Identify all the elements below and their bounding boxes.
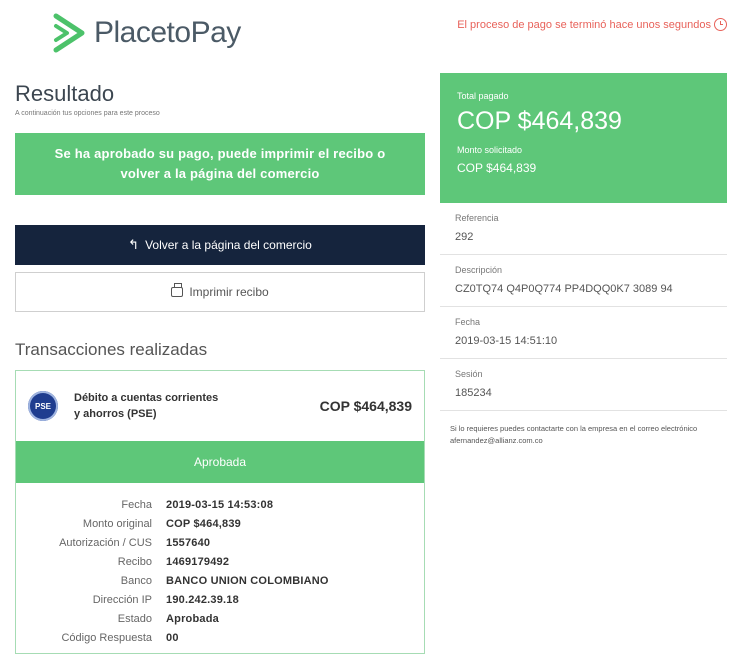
detail-row: Banco BANCO UNION COLOMBIANO [16, 571, 424, 590]
detail-value: BANCO UNION COLOMBIANO [166, 574, 329, 587]
return-button-label: Volver a la página del comercio [145, 238, 312, 252]
process-message-text: El proceso de pago se terminó hace unos … [457, 18, 711, 31]
contact-note: Si lo requieres puedes contactarte con l… [450, 424, 698, 445]
print-button-label: Imprimir recibo [189, 285, 269, 299]
detail-value: 190.242.39.18 [166, 593, 239, 606]
info-value: 2019-03-15 14:51:10 [455, 335, 558, 347]
info-label: Referencia [455, 213, 499, 223]
process-finished-message: El proceso de pago se terminó hace unos … [457, 18, 727, 31]
info-value: CZ0TQ74 Q4P0Q774 PP4DQQ0K7 3089 94 [455, 283, 673, 295]
detail-label: Monto original [82, 517, 152, 530]
page-title: Resultado [15, 81, 115, 106]
transaction-card: PSE Débito a cuentas corrientes y ahorro… [15, 370, 425, 654]
transactions-title: Transacciones realizadas [15, 340, 208, 359]
reference-item: Referencia 292 [440, 203, 727, 255]
detail-value: 1557640 [166, 536, 211, 549]
detail-label: Fecha [121, 498, 152, 511]
detail-value: 00 [166, 631, 179, 644]
transaction-status-badge: Aprobada [16, 441, 424, 483]
detail-row: Monto original COP $464,839 [16, 514, 424, 533]
date-item: Fecha 2019-03-15 14:51:10 [440, 307, 727, 359]
detail-label: Código Respuesta [61, 631, 152, 644]
requested-amount-label: Monto solicitado [457, 145, 523, 155]
page-subtitle: A continuación tus opciones para este pr… [15, 110, 160, 117]
placetopay-logo-icon [53, 13, 85, 53]
detail-row: Dirección IP 190.242.39.18 [16, 590, 424, 609]
info-value: 185234 [455, 387, 492, 399]
placetopay-logo: PlacetoPay [50, 12, 241, 54]
transaction-amount: COP $464,839 [319, 398, 412, 414]
result-panel: Resultado A continuación tus opciones pa… [15, 80, 425, 654]
info-value: 292 [455, 231, 474, 243]
payment-method: Débito a cuentas corrientes y ahorros (P… [74, 392, 219, 420]
return-to-merchant-button[interactable]: ↰ Volver a la página del comercio [15, 225, 425, 265]
detail-label: Estado [117, 612, 152, 625]
detail-label: Recibo [117, 555, 152, 568]
info-label: Descripción [455, 265, 503, 275]
session-item: Sesión 185234 [440, 359, 727, 411]
clock-icon [714, 18, 727, 31]
pse-icon: PSE [28, 391, 58, 421]
approved-banner: Se ha aprobado su pago, puede imprimir e… [15, 133, 425, 195]
reply-arrow-icon: ↰ [128, 237, 140, 252]
payment-summary-panel: Total pagado COP $464,839 Monto solicita… [440, 73, 727, 459]
detail-label: Banco [120, 574, 152, 587]
detail-row: Estado Aprobada [16, 609, 424, 628]
detail-value: COP $464,839 [166, 517, 241, 530]
print-receipt-button[interactable]: Imprimir recibo [15, 272, 425, 312]
detail-value: Aprobada [166, 612, 219, 625]
detail-value: 2019-03-15 14:53:08 [166, 498, 274, 511]
detail-label: Autorización / CUS [59, 536, 152, 549]
printer-icon [171, 283, 184, 297]
payment-summary: Total pagado COP $464,839 Monto solicita… [440, 73, 727, 203]
detail-row: Código Respuesta 00 [16, 628, 424, 647]
transaction-header: PSE Débito a cuentas corrientes y ahorro… [16, 371, 424, 441]
detail-row: Fecha 2019-03-15 14:53:08 [16, 495, 424, 514]
logo-text: PlacetoPay [94, 16, 241, 49]
total-paid-value: COP $464,839 [457, 107, 622, 135]
info-label: Fecha [455, 317, 481, 327]
detail-label: Dirección IP [92, 593, 152, 606]
total-paid-label: Total pagado [457, 91, 509, 101]
info-label: Sesión [455, 369, 483, 379]
detail-value: 1469179492 [166, 555, 230, 568]
detail-row: Autorización / CUS 1557640 [16, 533, 424, 552]
requested-amount-value: COP $464,839 [457, 161, 537, 175]
description-item: Descripción CZ0TQ74 Q4P0Q774 PP4DQQ0K7 3… [440, 255, 727, 307]
detail-row: Recibo 1469179492 [16, 552, 424, 571]
transaction-details: Fecha 2019-03-15 14:53:08 Monto original C… [16, 483, 424, 653]
